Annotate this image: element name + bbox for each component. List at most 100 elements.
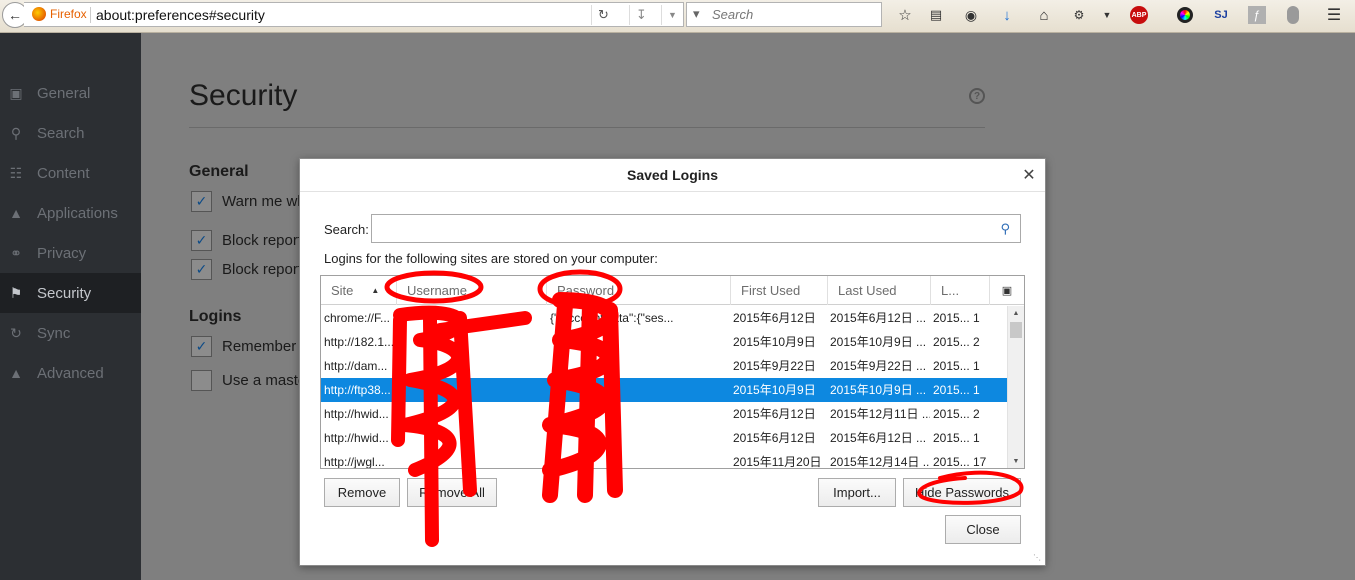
cell-last: 2015年12月11日 ... <box>830 407 930 421</box>
table-scrollbar[interactable]: ▲ ▼ <box>1007 306 1024 468</box>
abp-icon: ABP <box>1130 6 1148 24</box>
cell-site: http://ftp38... <box>324 383 391 397</box>
column-site[interactable]: Site ▲ <box>321 276 397 305</box>
addon-button[interactable] <box>1282 4 1304 26</box>
cell-first: 2015年10月9日 <box>733 335 816 349</box>
show-passwords-button[interactable]: Hide Passwords <box>903 478 1021 507</box>
cell-last: 2015年12月14日 ... <box>830 455 930 469</box>
sync-icon: ↻ <box>10 324 22 341</box>
menu-button[interactable]: ☰ <box>1323 4 1345 26</box>
sidebar-item-security[interactable]: ⚑ Security <box>0 273 141 313</box>
table-row[interactable]: http://dam... 2015年9月22日 2015年9月22日 ... 201… <box>321 354 1007 378</box>
dropdown-icon: ▼ <box>1102 10 1112 20</box>
extension-button[interactable]: ⚙ <box>1068 4 1090 26</box>
sidebar-item-label: Advanced <box>37 364 104 382</box>
sidebar-item-label: Privacy <box>37 244 87 262</box>
flash-button[interactable]: ƒ <box>1246 4 1268 26</box>
pocket-button[interactable]: ◉ <box>960 4 982 26</box>
home-button[interactable]: ⌂ <box>1033 4 1055 26</box>
reload-button[interactable]: ↻ <box>591 5 615 25</box>
option-block-forgery[interactable]: ✓ Block report <box>191 259 302 280</box>
import-button[interactable]: Import... <box>818 478 896 507</box>
option-block-attack[interactable]: ✓ Block report <box>191 230 302 251</box>
sidebar-item-label: General <box>37 84 91 102</box>
page-title: Security <box>189 79 298 112</box>
column-first-used[interactable]: First Used <box>731 276 828 305</box>
url-dropdown-button[interactable]: ▼ <box>661 5 683 25</box>
checkbox[interactable] <box>191 370 212 391</box>
scroll-thumb[interactable] <box>1010 322 1022 338</box>
column-picker-button[interactable]: ▣ <box>990 276 1024 305</box>
column-username[interactable]: Username <box>397 276 547 305</box>
table-header: Site ▲ Username Password First Used Last… <box>321 276 1024 305</box>
abp-button[interactable]: ABP <box>1128 4 1150 26</box>
cell-password: {"...ccountData":{"ses... <box>550 311 674 325</box>
dialog-close-button[interactable]: ✕ <box>1019 165 1039 185</box>
column-last-used[interactable]: Last Used <box>828 276 931 305</box>
flash-icon: ƒ <box>1248 6 1266 24</box>
scroll-up-icon[interactable]: ▲ <box>1008 306 1024 321</box>
sj-button[interactable]: SJ <box>1210 4 1232 26</box>
column-password[interactable]: Password <box>547 276 731 305</box>
url-bar[interactable]: Firefox about:preferences#security ↻ ↧ ▼ <box>24 2 684 27</box>
reading-list-icon: ▤ <box>929 7 943 22</box>
checkbox[interactable]: ✓ <box>191 336 212 357</box>
option-warn[interactable]: ✓ Warn me wh <box>191 191 306 212</box>
cell-count: 1 <box>973 359 980 373</box>
sidebar-item-applications[interactable]: ▲ Applications <box>0 193 141 233</box>
cell-count: 17 <box>973 455 987 469</box>
help-icon[interactable]: ? <box>969 88 985 104</box>
checkbox[interactable]: ✓ <box>191 259 212 280</box>
sidebar-item-privacy[interactable]: ⚭ Privacy <box>0 233 141 273</box>
table-row[interactable]: http://hwid... 2015年6月12日 2015年12月11日 ... 2… <box>321 402 1007 426</box>
table-row[interactable]: http://182.1... 2015年10月9日 2015年10月9日 ... 2… <box>321 330 1007 354</box>
extension-dropdown[interactable]: ▼ <box>1096 4 1118 26</box>
search-bar[interactable]: ▾ Search <box>686 2 882 27</box>
site-identity[interactable]: Firefox <box>32 7 87 21</box>
checkbox[interactable]: ✓ <box>191 191 212 212</box>
cell-username <box>400 330 545 354</box>
sidebar-item-content[interactable]: ☷ Content <box>0 153 141 193</box>
remove-button[interactable]: Remove <box>324 478 400 507</box>
downloads-button[interactable]: ↓ <box>996 4 1018 26</box>
sidebar-item-label: Sync <box>37 324 71 342</box>
cell-password <box>550 426 728 450</box>
table-row[interactable]: http://jwgl... 2015年11月20日 2015年12月14日 ...… <box>321 450 1007 469</box>
cell-username <box>400 354 545 378</box>
table-row[interactable]: chrome://F... {"...ccountData":{"ses... 20… <box>321 306 1007 330</box>
star-icon: ☆ <box>898 7 912 24</box>
close-button[interactable]: Close <box>945 515 1021 544</box>
general-icon: ▣ <box>9 84 23 101</box>
color-wheel-button[interactable] <box>1174 4 1196 26</box>
dialog-title: Saved Logins <box>300 159 1045 192</box>
option-label: Warn me wh <box>222 193 306 210</box>
sidebar-item-label: Security <box>37 284 92 302</box>
sidebar-item-advanced[interactable]: ▲ Advanced <box>0 353 141 393</box>
resize-grip-icon[interactable]: ⋱ <box>1033 553 1043 563</box>
bookmark-star-button[interactable]: ☆ <box>894 4 916 26</box>
column-label: L... <box>941 283 960 298</box>
remove-all-button[interactable]: Remove All <box>407 478 497 507</box>
cell-site: http://hwid... <box>324 407 389 421</box>
sidebar-item-sync[interactable]: ↻ Sync <box>0 313 141 353</box>
cell-count: 2 <box>973 335 980 349</box>
sidebar-item-general[interactable]: ▣ General <box>0 73 141 113</box>
download-icon: ↓ <box>1003 6 1011 24</box>
cell-last: 2015年6月12日 ... <box>830 311 927 325</box>
preferences-sidebar: ▣ General ⚲ Search ☷ Content ▲ Applicati… <box>0 33 141 580</box>
cell-site: chrome://F... <box>324 311 391 325</box>
option-remember-logins[interactable]: ✓ Remember l <box>191 336 304 357</box>
logins-search-input[interactable]: ⚲ <box>371 214 1021 243</box>
column-last-changed[interactable]: L... <box>931 276 990 305</box>
cell-count: 1 <box>973 311 980 325</box>
table-row[interactable]: http://ftp38... 2015年10月9日 2015年10月9日 ... 2… <box>321 378 1007 402</box>
checkbox[interactable]: ✓ <box>191 230 212 251</box>
sidebar-item-search[interactable]: ⚲ Search <box>0 113 141 153</box>
option-master-password[interactable]: Use a maste <box>191 370 306 391</box>
scroll-down-icon[interactable]: ▼ <box>1008 454 1024 468</box>
download-arrow-button[interactable]: ↧ <box>629 5 653 25</box>
url-text[interactable]: about:preferences#security <box>96 7 265 23</box>
option-label: Block report <box>222 261 303 278</box>
table-row[interactable]: http://hwid... 2015年6月12日 2015年6月12日 ... 20… <box>321 426 1007 450</box>
reading-list-button[interactable]: ▤ <box>925 4 947 26</box>
